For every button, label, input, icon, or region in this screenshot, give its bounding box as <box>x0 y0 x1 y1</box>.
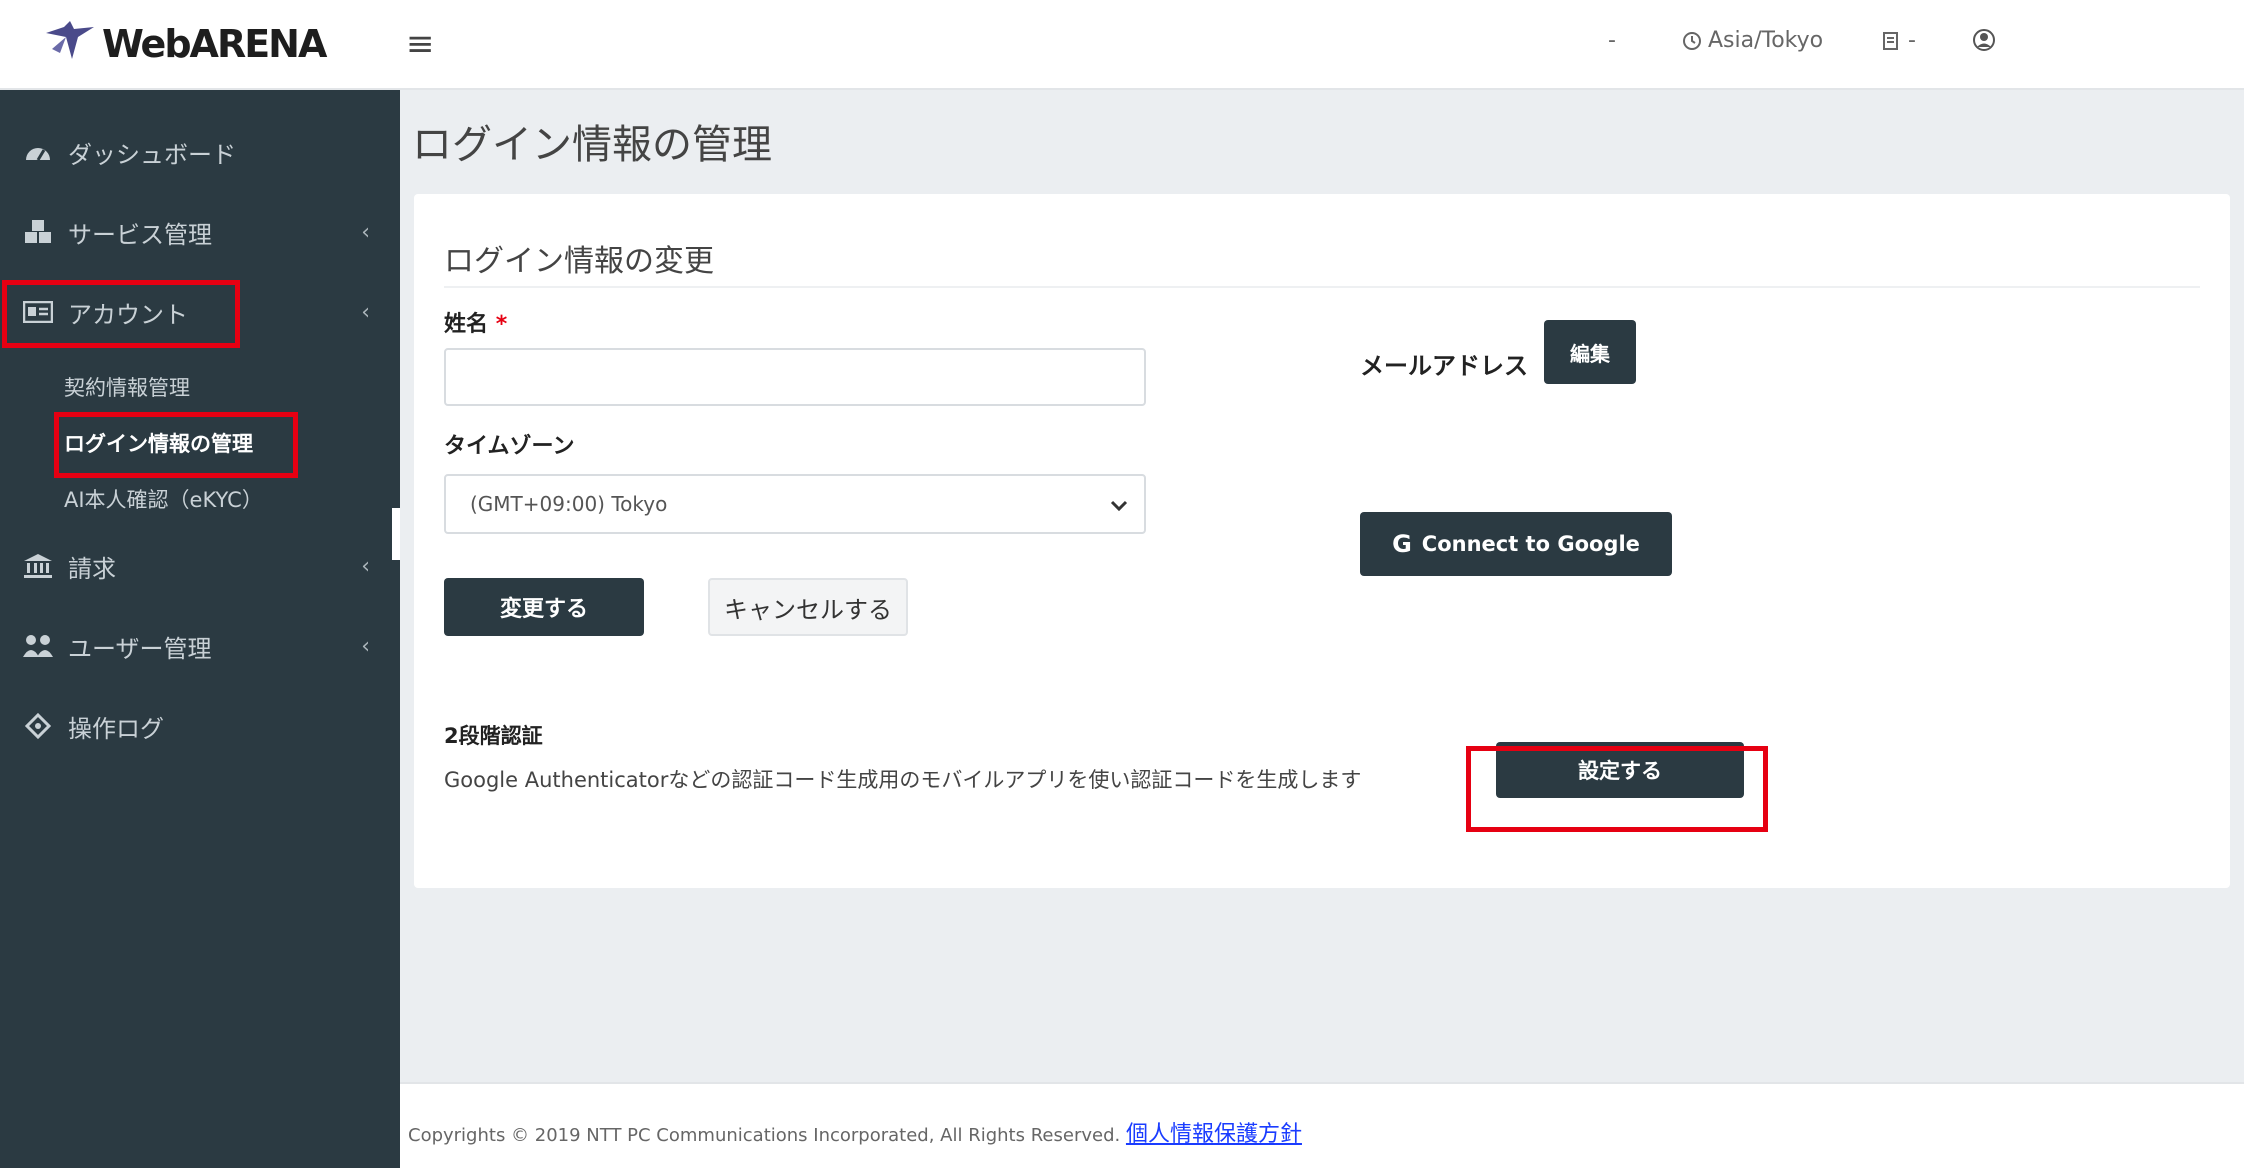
id-card-icon <box>20 301 56 323</box>
google-icon: G <box>1392 530 1412 558</box>
email-label: メールアドレス <box>1360 352 1528 380</box>
cancel-button[interactable]: キャンセルする <box>708 578 908 636</box>
copyright-text: Copyrights © 2019 NTT PC Communications … <box>408 1125 1121 1146</box>
connect-google-button[interactable]: G Connect to Google <box>1360 512 1672 576</box>
user-circle-icon <box>1973 29 1995 51</box>
sidebar-item-label: アカウント <box>68 300 188 329</box>
sidebar-item-service[interactable]: サービス管理 ‹ <box>0 202 400 262</box>
submit-button[interactable]: 変更する <box>444 578 644 636</box>
sidebar-item-billing[interactable]: 請求 ‹ <box>0 536 400 596</box>
login-info-card: ログイン情報の変更 姓名 * タイムゾーン (GMT+09:00) Tokyo … <box>414 194 2230 888</box>
user-menu[interactable] <box>1972 28 2002 52</box>
chevron-left-icon: ‹ <box>361 553 370 579</box>
sidebar-item-oplog[interactable]: 操作ログ <box>0 696 400 756</box>
logo-mark-icon <box>46 21 94 59</box>
document-icon <box>1883 31 1898 50</box>
users-icon <box>20 633 56 659</box>
chevron-left-icon: ‹ <box>361 633 370 659</box>
top-bar: WebARENA ≡ - Asia/Tokyo - <box>0 0 2244 90</box>
sidebar-item-label: 請求 <box>68 554 116 583</box>
footer: Copyrights © 2019 NTT PC Communications … <box>400 1082 2244 1168</box>
clock-icon <box>1683 31 1701 50</box>
name-input[interactable] <box>444 348 1146 406</box>
chevron-down-icon <box>1110 500 1128 512</box>
footer-text: Copyrights © 2019 NTT PC Communications … <box>408 1116 1302 1148</box>
timezone-select-value: (GMT+09:00) Tokyo <box>470 492 668 516</box>
sidebar-item-label: サービス管理 <box>68 220 212 249</box>
name-label: 姓名 * <box>444 306 507 338</box>
sidebar-item-label: 操作ログ <box>68 714 164 743</box>
hamburger-icon[interactable]: ≡ <box>406 24 435 64</box>
page-title: ログイン情報の管理 <box>412 122 772 168</box>
sidebar-item-label: ダッシュボード <box>68 140 236 169</box>
cubes-icon <box>20 219 56 245</box>
chevron-left-icon: ‹ <box>361 219 370 245</box>
card-title: ログイン情報の変更 <box>444 244 714 279</box>
active-indicator <box>392 508 400 560</box>
notification-dropdown[interactable]: - <box>1880 28 1916 53</box>
main-content: ログイン情報の管理 ログイン情報の変更 姓名 * タイムゾーン (GMT+09:… <box>400 90 2244 1082</box>
timezone-label: タイムゾーン <box>444 434 575 459</box>
header-dropdown[interactable]: - <box>1608 28 1616 53</box>
dashboard-icon <box>20 140 56 164</box>
card-divider <box>444 286 2200 288</box>
timezone-select[interactable]: (GMT+09:00) Tokyo <box>444 474 1146 534</box>
sidebar-sub-ekyc[interactable]: AI本人確認（eKYC） <box>64 484 263 514</box>
connect-google-label: Connect to Google <box>1421 532 1640 556</box>
timezone-text: Asia/Tokyo <box>1708 28 1824 53</box>
sidebar: ダッシュボード サービス管理 ‹ アカウント ‹ 契約情報管理 ログイン情報の管… <box>0 90 400 1168</box>
sidebar-sub-login-info[interactable]: ログイン情報の管理 <box>64 428 253 458</box>
twofa-description: Google Authenticatorなどの認証コード生成用のモバイルアプリを… <box>444 768 1362 792</box>
dropdown-caret: - <box>1608 28 1616 53</box>
sidebar-item-account[interactable]: アカウント ‹ <box>0 282 400 342</box>
sidebar-item-dashboard[interactable]: ダッシュボード <box>0 122 400 182</box>
timezone-indicator[interactable]: Asia/Tokyo <box>1682 28 1823 53</box>
logo-text: WebARENA <box>102 22 327 66</box>
name-label-text: 姓名 <box>444 312 489 337</box>
twofa-label: 2段階認証 <box>444 724 543 748</box>
notification-caret: - <box>1908 28 1916 53</box>
logo[interactable]: WebARENA <box>42 16 327 72</box>
chevron-left-icon: ‹ <box>361 299 370 325</box>
twofa-setup-button[interactable]: 設定する <box>1496 742 1744 798</box>
sidebar-item-label: ユーザー管理 <box>68 634 212 663</box>
edit-email-button[interactable]: 編集 <box>1544 320 1636 384</box>
privacy-policy-link[interactable]: 個人情報保護方針 <box>1126 1122 1302 1147</box>
log-icon <box>20 712 56 740</box>
bank-icon <box>20 553 56 579</box>
required-mark: * <box>495 312 508 337</box>
sidebar-item-users[interactable]: ユーザー管理 ‹ <box>0 616 400 676</box>
sidebar-sub-contract[interactable]: 契約情報管理 <box>64 372 190 402</box>
